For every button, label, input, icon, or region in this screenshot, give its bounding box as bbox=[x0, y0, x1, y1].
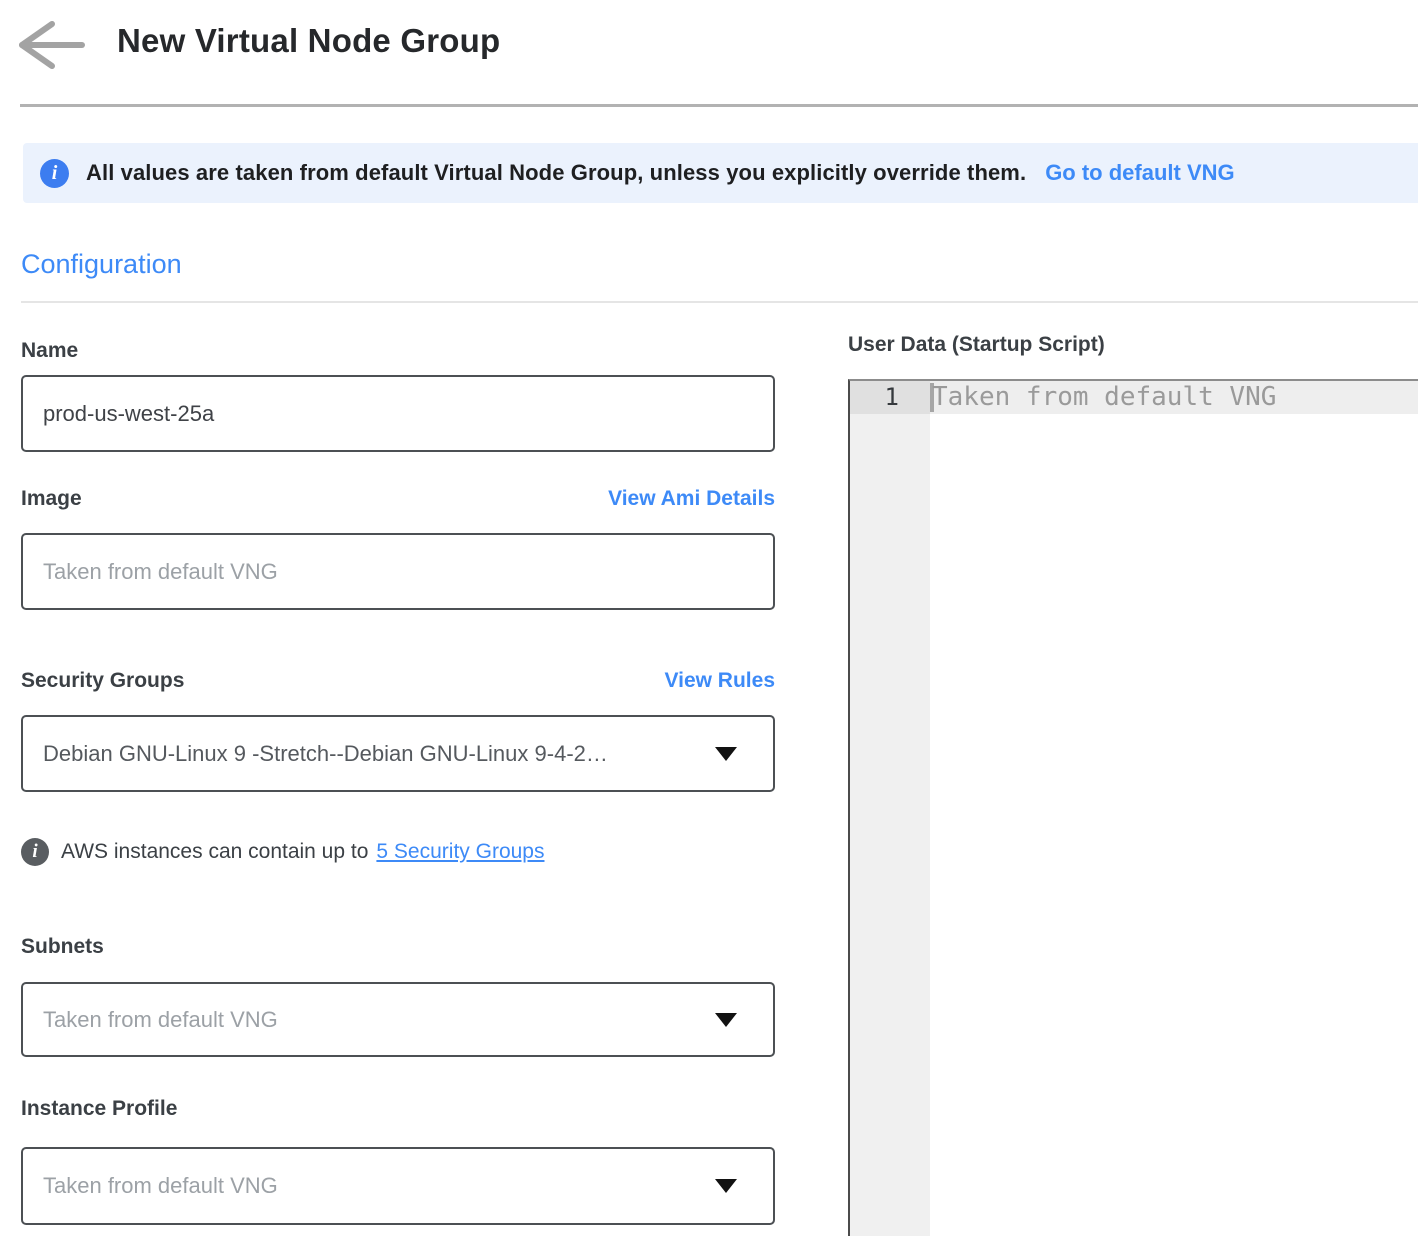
instance-profile-select[interactable]: Taken from default VNG bbox=[21, 1147, 775, 1225]
name-label: Name bbox=[21, 339, 78, 363]
line-number: 1 bbox=[850, 381, 930, 414]
configuration-section-title: Configuration bbox=[21, 249, 182, 280]
security-groups-label: Security Groups bbox=[21, 669, 184, 693]
subnets-label: Subnets bbox=[21, 935, 104, 959]
header-divider bbox=[20, 104, 1418, 107]
editor-code-area[interactable]: Taken from default VNG bbox=[930, 381, 1418, 1236]
subnets-select[interactable]: Taken from default VNG bbox=[21, 982, 775, 1057]
page-title: New Virtual Node Group bbox=[117, 22, 500, 60]
user-data-label: User Data (Startup Script) bbox=[848, 333, 1105, 357]
caret-down-icon bbox=[715, 1013, 737, 1027]
image-label: Image bbox=[21, 487, 82, 511]
view-rules-link[interactable]: View Rules bbox=[665, 669, 776, 693]
user-data-editor[interactable]: 1 Taken from default VNG bbox=[848, 379, 1418, 1236]
editor-gutter: 1 bbox=[850, 381, 930, 1236]
arrow-left-icon bbox=[16, 58, 88, 73]
editor-line-1: Taken from default VNG bbox=[930, 381, 1418, 414]
security-groups-select[interactable]: Debian GNU-Linux 9 -Stretch--Debian GNU-… bbox=[21, 715, 775, 792]
instance-profile-placeholder: Taken from default VNG bbox=[43, 1173, 699, 1199]
note-text: AWS instances can contain up to bbox=[61, 840, 368, 864]
info-banner: i All values are taken from default Virt… bbox=[23, 143, 1418, 203]
info-icon: i bbox=[21, 838, 49, 866]
go-to-default-vng-link[interactable]: Go to default VNG bbox=[1045, 160, 1234, 186]
caret-down-icon bbox=[715, 1179, 737, 1193]
image-input[interactable] bbox=[21, 533, 775, 610]
banner-message: All values are taken from default Virtua… bbox=[86, 160, 1026, 186]
name-input[interactable] bbox=[21, 375, 775, 452]
instance-profile-label: Instance Profile bbox=[21, 1097, 177, 1121]
editor-placeholder: Taken from default VNG bbox=[932, 381, 1276, 414]
subnets-placeholder: Taken from default VNG bbox=[43, 1007, 699, 1033]
info-icon: i bbox=[40, 159, 69, 188]
section-divider bbox=[21, 301, 1418, 303]
back-button[interactable] bbox=[16, 20, 88, 70]
view-ami-details-link[interactable]: View Ami Details bbox=[608, 487, 775, 511]
caret-down-icon bbox=[715, 747, 737, 761]
five-security-groups-link[interactable]: 5 Security Groups bbox=[376, 840, 544, 864]
security-groups-value: Debian GNU-Linux 9 -Stretch--Debian GNU-… bbox=[43, 741, 699, 767]
security-groups-note: i AWS instances can contain up to 5 Secu… bbox=[21, 838, 544, 866]
